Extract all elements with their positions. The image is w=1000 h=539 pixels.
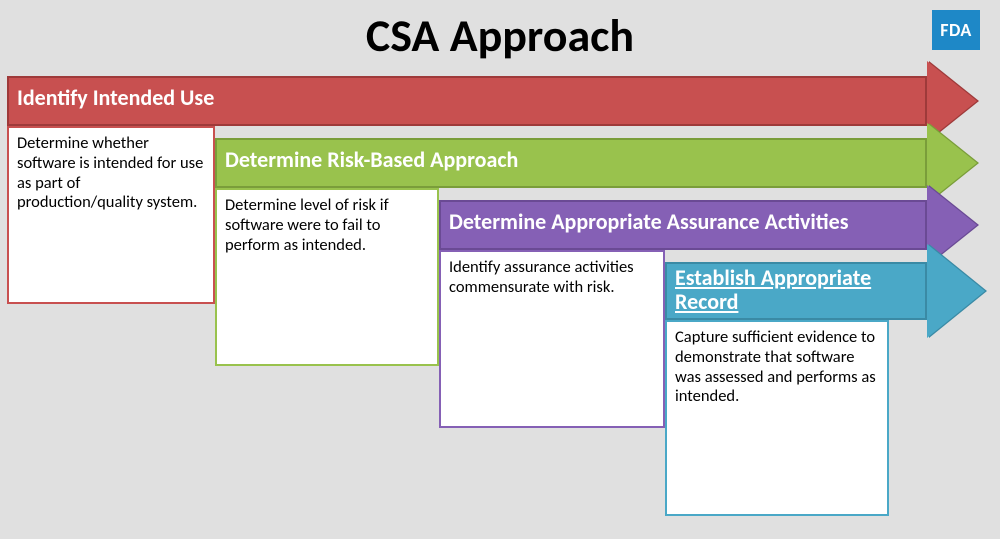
step3-label: Determine Appropriate Assurance Activiti… (449, 208, 849, 235)
step3-description: Identify assurance activities commensura… (439, 250, 665, 428)
step1-description: Determine whether software is intended f… (7, 126, 215, 304)
step2-description: Determine level of risk if software were… (215, 188, 439, 366)
page-title: CSA Approach (0, 0, 1000, 64)
arrow-head-icon (927, 244, 985, 338)
step4-label: Establish Appropriate Record (675, 266, 905, 314)
csa-process-diagram: Identify Intended Use Determine whether … (7, 76, 993, 536)
step1-label: Identify Intended Use (17, 84, 214, 111)
fda-badge: FDA (932, 10, 980, 50)
step4-description: Capture sufficient evidence to demonstra… (665, 320, 889, 516)
step2-label: Determine Risk-Based Approach (225, 146, 518, 173)
